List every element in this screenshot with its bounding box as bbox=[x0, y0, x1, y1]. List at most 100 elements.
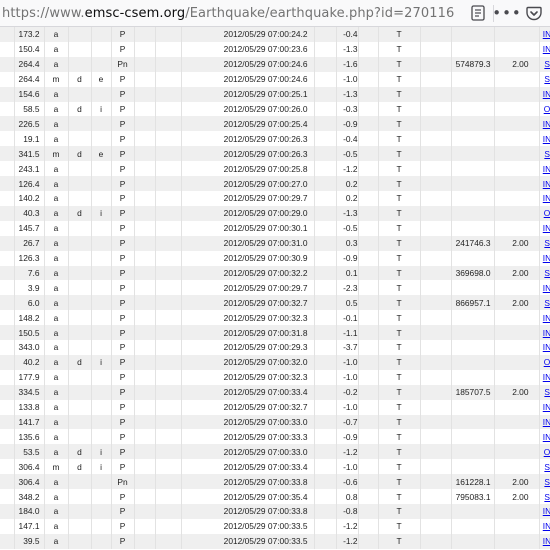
polarity-cell: d bbox=[68, 444, 92, 460]
phase-table-region[interactable]: 173.2aP2012/05/29 07:00:24.2-0.4TINGV150… bbox=[0, 27, 550, 550]
distance-cell: 177.9 bbox=[14, 369, 45, 385]
agency-link[interactable]: INGV bbox=[543, 536, 550, 546]
agency-link[interactable]: OGS bbox=[544, 357, 550, 367]
blank-cell: -0.5 bbox=[336, 220, 359, 236]
period-cell bbox=[494, 414, 540, 430]
onset-cell: a bbox=[44, 161, 69, 177]
table-row: 306.4 a Pn 2012/05/29 07:00:33.8 -0.6 T 161228… bbox=[0, 474, 550, 490]
address-bar[interactable]: https://www.emsc-csem.org/Earthquake/ear… bbox=[0, 0, 550, 27]
agency-link[interactable]: SED bbox=[544, 268, 550, 278]
pocket-icon[interactable] bbox=[525, 3, 543, 23]
time-flag-cell: T bbox=[378, 146, 421, 162]
agency-link[interactable]: INGV bbox=[543, 402, 550, 412]
agency-link[interactable]: INGV bbox=[543, 432, 550, 442]
agency-link[interactable]: INGV bbox=[543, 506, 550, 516]
agency-link[interactable]: INGV bbox=[543, 521, 550, 531]
agency-link[interactable]: INGV bbox=[543, 223, 550, 233]
blank-cell bbox=[134, 41, 156, 57]
agency-cell: INGV bbox=[539, 504, 550, 519]
blank-cell bbox=[358, 205, 379, 221]
onset-cell: a bbox=[44, 429, 69, 445]
blank-cell bbox=[358, 384, 379, 400]
polarity-cell bbox=[68, 56, 92, 72]
agency-link[interactable]: INGV bbox=[543, 417, 550, 427]
phase-cell: P bbox=[111, 340, 135, 355]
agency-link[interactable]: SED bbox=[544, 59, 550, 69]
blank-cell: -1.6 bbox=[336, 56, 359, 72]
blank-cell: -0.9 bbox=[336, 250, 359, 266]
blank-cell bbox=[134, 444, 156, 460]
time-flag-cell: T bbox=[378, 444, 421, 460]
amplitude-cell: 795083.1 bbox=[451, 489, 495, 504]
table-row: 154.6a P 2012/05/29 07:00:25.1 -1.3 T INGV bbox=[0, 86, 550, 102]
onset-cell: a bbox=[44, 101, 69, 117]
agency-cell: OGS bbox=[539, 101, 550, 117]
agency-link[interactable]: INGV bbox=[543, 313, 550, 323]
agency-link[interactable]: INGV bbox=[543, 119, 550, 129]
amplitude-cell bbox=[451, 310, 495, 326]
blank-cell bbox=[358, 399, 379, 415]
agency-link[interactable]: SED bbox=[544, 298, 550, 308]
agency-link[interactable]: OGS bbox=[544, 447, 550, 457]
arrival-time-cell: 2012/05/29 07:00:26.3 bbox=[181, 131, 315, 147]
polarity-cell: d bbox=[68, 71, 92, 87]
period-cell: 2.00 bbox=[494, 384, 540, 400]
impulsivity-cell bbox=[91, 340, 112, 355]
agency-link[interactable]: INGV bbox=[543, 29, 550, 39]
agency-link[interactable]: INGV bbox=[543, 134, 550, 144]
onset-cell: a bbox=[44, 489, 69, 504]
agency-link[interactable]: SED bbox=[544, 492, 550, 502]
blank-cell bbox=[314, 533, 337, 549]
impulsivity-cell: i bbox=[91, 205, 112, 221]
period-cell bbox=[494, 131, 540, 147]
table-row: 184.0a P 2012/05/29 07:00:33.8 -0.8 T INGV bbox=[0, 504, 550, 519]
agency-link[interactable]: SED bbox=[544, 462, 550, 472]
agency-link[interactable]: INGV bbox=[543, 44, 550, 54]
blank-cell bbox=[358, 220, 379, 236]
agency-link[interactable]: INGV bbox=[543, 179, 550, 189]
agency-link[interactable]: SED bbox=[544, 477, 550, 487]
table-row: 126.4a P 2012/05/29 07:00:27.0 0.2 T INGV bbox=[0, 176, 550, 191]
agency-link[interactable]: OGS bbox=[544, 104, 550, 114]
url-field[interactable]: https://www.emsc-csem.org/Earthquake/ear… bbox=[2, 6, 454, 21]
arrival-time-cell: 2012/05/29 07:00:26.0 bbox=[181, 101, 315, 117]
agency-link[interactable]: SED bbox=[544, 387, 550, 397]
agency-link[interactable]: SED bbox=[544, 149, 550, 159]
blank-cell bbox=[134, 86, 156, 102]
distance-cell: 7.6 bbox=[14, 265, 45, 281]
time-flag-cell: T bbox=[378, 101, 421, 117]
reader-view-icon[interactable] bbox=[470, 3, 486, 23]
table-row: 7.6 a P 2012/05/29 07:00:32.2 0.1 T 369698.0 2.… bbox=[0, 265, 550, 281]
agency-link[interactable]: SED bbox=[544, 74, 550, 84]
polarity-cell bbox=[68, 369, 92, 385]
agency-link[interactable]: INGV bbox=[543, 89, 550, 99]
onset-cell: a bbox=[44, 235, 69, 251]
agency-link[interactable]: INGV bbox=[543, 193, 550, 203]
agency-link[interactable]: INGV bbox=[543, 372, 550, 382]
agency-link[interactable]: INGV bbox=[543, 164, 550, 174]
agency-link[interactable]: OGS bbox=[544, 208, 550, 218]
time-flag-cell: T bbox=[378, 414, 421, 430]
blank-cell bbox=[155, 504, 182, 519]
blank-cell bbox=[420, 518, 452, 534]
arrival-time-cell: 2012/05/29 07:00:25.1 bbox=[181, 86, 315, 102]
polarity-cell bbox=[68, 41, 92, 57]
agency-link[interactable]: INGV bbox=[543, 342, 550, 352]
polarity-cell bbox=[68, 384, 92, 400]
blank-cell bbox=[155, 71, 182, 87]
impulsivity-cell bbox=[91, 414, 112, 430]
blank-cell: -1.0 bbox=[336, 369, 359, 385]
table-row: 264.4mdeP 2012/05/29 07:00:24.6 -1.0 T SED bbox=[0, 71, 550, 87]
impulsivity-cell bbox=[91, 504, 112, 519]
agency-link[interactable]: INGV bbox=[543, 283, 550, 293]
agency-link[interactable]: SED bbox=[544, 238, 550, 248]
arrival-time-cell: 2012/05/29 07:00:25.4 bbox=[181, 116, 315, 132]
blank-cell bbox=[420, 205, 452, 221]
distance-cell: 133.8 bbox=[14, 399, 45, 415]
time-flag-cell: T bbox=[378, 131, 421, 147]
agency-link[interactable]: INGV bbox=[543, 253, 550, 263]
phase-cell: P bbox=[111, 459, 135, 475]
agency-link[interactable]: INGV bbox=[543, 328, 550, 338]
agency-cell: SED bbox=[539, 295, 550, 311]
more-actions-icon[interactable]: ••• bbox=[492, 3, 521, 23]
